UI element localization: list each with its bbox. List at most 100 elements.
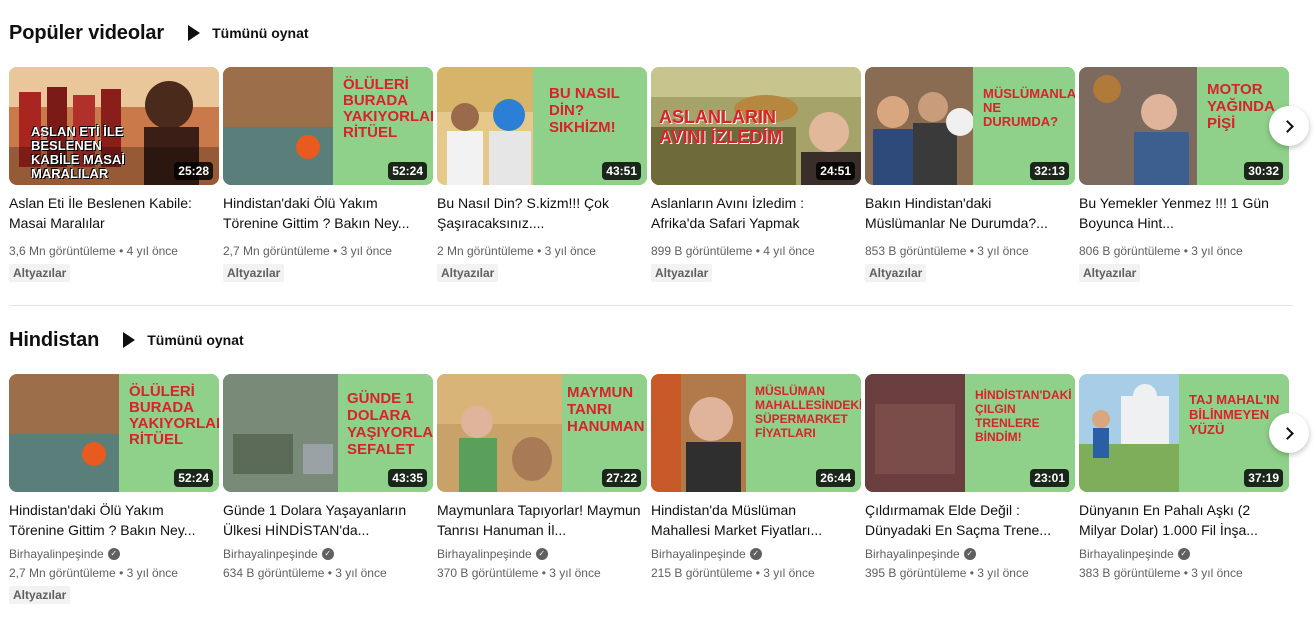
channel-name[interactable]: Birhayalinpeşinde ✓ (651, 546, 861, 562)
upload-age: 4 yıl önce (126, 244, 178, 258)
subtitles-badge: Altyazılar (9, 264, 71, 282)
video-thumbnail[interactable]: GÜNDE 1 DOLARA YAŞIYORLAR SEFALET 43:35 (223, 374, 433, 492)
view-count: 2,7 Mn görüntüleme (223, 244, 330, 258)
upload-age: 4 yıl önce (763, 244, 815, 258)
duration-badge: 30:32 (1244, 162, 1283, 180)
channel-name[interactable]: Birhayalinpeşinde ✓ (223, 546, 433, 562)
view-count: 395 B görüntüleme (865, 566, 967, 580)
video-meta: 395 B görüntüleme • 3 yıl önce (865, 566, 1029, 580)
channel-label: Birhayalinpeşinde (437, 547, 532, 561)
upload-age: 3 yıl önce (1191, 566, 1243, 580)
video-thumbnail[interactable]: HİNDİSTAN'DAKİ ÇILGIN TRENLERE BİNDİM! 2… (865, 374, 1075, 492)
view-count: 806 B görüntüleme (1079, 244, 1181, 258)
video-card[interactable]: ÖLÜLERİ BURADA YAKIYORLAR RİTÜEL 52:24 H… (223, 67, 433, 282)
video-meta: 383 B görüntüleme • 3 yıl önce (1079, 566, 1243, 580)
verified-icon: ✓ (321, 548, 334, 560)
upload-age: 3 yıl önce (335, 566, 387, 580)
video-thumbnail[interactable]: ÖLÜLERİ BURADA YAKIYORLAR RİTÜEL 52:24 (9, 374, 219, 492)
shelf-divider (9, 305, 1293, 306)
video-thumbnail[interactable]: BU NASIL DİN? SIKHİZM! 43:51 (437, 67, 647, 185)
verified-icon: ✓ (963, 548, 976, 560)
subtitles-badge: Altyazılar (651, 264, 713, 282)
chevron-right-icon (1281, 119, 1294, 133)
duration-badge: 25:28 (174, 162, 213, 180)
thumbnail-caption: ÖLÜLERİ BURADA YAKIYORLAR RİTÜEL (343, 76, 433, 141)
video-title[interactable]: Aslan Eti İle Beslenen Kabile: Masai Mar… (9, 193, 219, 233)
subtitles-badge: Altyazılar (437, 264, 499, 282)
channel-name[interactable]: Birhayalinpeşinde ✓ (865, 546, 1075, 562)
thumbnail-caption: GÜNDE 1 DOLARA YAŞIYORLAR SEFALET (347, 390, 433, 458)
video-card[interactable]: TAJ MAHAL'IN BİLİNMEYEN YÜZÜ 37:19 Dünya… (1079, 374, 1289, 582)
play-all-label: Tümünü oynat (212, 25, 309, 41)
video-card[interactable]: MAYMUN TANRI HANUMAN 27:22 Maymunlara Ta… (437, 374, 647, 582)
view-count: 2,7 Mn görüntüleme (9, 566, 116, 580)
upload-age: 3 yıl önce (977, 244, 1029, 258)
channel-name[interactable]: Birhayalinpeşinde ✓ (1079, 546, 1289, 562)
video-meta: 2 Mn görüntüleme • 3 yıl önce (437, 244, 596, 258)
video-thumbnail[interactable]: MAYMUN TANRI HANUMAN 27:22 (437, 374, 647, 492)
video-meta: 370 B görüntüleme • 3 yıl önce (437, 566, 601, 580)
verified-icon: ✓ (1177, 548, 1190, 560)
video-thumbnail[interactable]: ÖLÜLERİ BURADA YAKIYORLAR RİTÜEL 52:24 (223, 67, 433, 185)
play-icon (123, 332, 136, 348)
channel-label: Birhayalinpeşinde (865, 547, 960, 561)
video-title[interactable]: Bakın Hindistan'daki Müslümanlar Ne Duru… (865, 193, 1075, 233)
shelf-popular: Popüler videolar Tümünü oynat ASLAN ETİ … (9, 18, 1309, 282)
shelf-next-button[interactable] (1269, 106, 1309, 146)
duration-badge: 32:13 (1030, 162, 1069, 180)
video-title[interactable]: Dünyanın En Pahalı Aşkı (2 Milyar Dolar)… (1079, 500, 1289, 540)
video-card[interactable]: GÜNDE 1 DOLARA YAŞIYORLAR SEFALET 43:35 … (223, 374, 433, 582)
view-count: 899 B görüntüleme (651, 244, 753, 258)
video-title[interactable]: Maymunlara Tapıyorlar! Maymun Tanrısı Ha… (437, 500, 647, 540)
duration-badge: 37:19 (1244, 469, 1283, 487)
video-thumbnail[interactable]: MOTOR YAĞINDA PİŞİ 30:32 (1079, 67, 1289, 185)
thumbnail-caption: ASLANLARIN AVINI İZLEDİM (659, 107, 783, 147)
channel-label: Birhayalinpeşinde (1079, 547, 1174, 561)
video-title[interactable]: Hindistan'da Müslüman Mahallesi Market F… (651, 500, 861, 540)
video-title[interactable]: Aslanların Avını İzledim : Afrika'da Saf… (651, 193, 861, 233)
video-card[interactable]: MÜSLÜMANLAR NE DURUMDA? 32:13 Bakın Hind… (865, 67, 1075, 282)
play-all-button[interactable]: Tümünü oynat (123, 332, 244, 348)
thumbnail-caption: ASLAN ETİ İLE BESLENEN KABİLE MASAİ MARA… (31, 124, 125, 181)
video-card[interactable]: MOTOR YAĞINDA PİŞİ 30:32 Bu Yemekler Yen… (1079, 67, 1289, 282)
video-title[interactable]: Çıldırmamak Elde Değil : Dünyadaki En Sa… (865, 500, 1075, 540)
subtitles-badge: Altyazılar (1079, 264, 1141, 282)
video-thumbnail[interactable]: MÜSLÜMAN MAHALLESİNDEKİ SÜPERMARKET FİYA… (651, 374, 861, 492)
play-all-button[interactable]: Tümünü oynat (188, 25, 309, 41)
shelf-title: Hindistan (9, 328, 100, 351)
video-card[interactable]: HİNDİSTAN'DAKİ ÇILGIN TRENLERE BİNDİM! 2… (865, 374, 1075, 582)
view-count: 215 B görüntüleme (651, 566, 753, 580)
video-card[interactable]: ÖLÜLERİ BURADA YAKIYORLAR RİTÜEL 52:24 H… (9, 374, 219, 604)
video-meta: 215 B görüntüleme • 3 yıl önce (651, 566, 815, 580)
video-title[interactable]: Hindistan'daki Ölü Yakım Törenine Gittim… (223, 193, 433, 233)
video-card[interactable]: BU NASIL DİN? SIKHİZM! 43:51 Bu Nasıl Di… (437, 67, 647, 282)
channel-name[interactable]: Birhayalinpeşinde ✓ (437, 546, 647, 562)
video-title[interactable]: Günde 1 Dolara Yaşayanların Ülkesi HİNDİ… (223, 500, 433, 540)
view-count: 370 B görüntüleme (437, 566, 539, 580)
shelf-title: Popüler videolar (9, 21, 165, 44)
channel-name[interactable]: Birhayalinpeşinde ✓ (9, 546, 219, 562)
video-thumbnail[interactable]: ASLAN ETİ İLE BESLENEN KABİLE MASAİ MARA… (9, 67, 219, 185)
duration-badge: 24:51 (816, 162, 855, 180)
subtitles-badge: Altyazılar (223, 264, 285, 282)
video-card[interactable]: MÜSLÜMAN MAHALLESİNDEKİ SÜPERMARKET FİYA… (651, 374, 861, 582)
channel-label: Birhayalinpeşinde (223, 547, 318, 561)
play-icon (188, 25, 201, 41)
upload-age: 3 yıl önce (977, 566, 1029, 580)
video-card[interactable]: ASLAN ETİ İLE BESLENEN KABİLE MASAİ MARA… (9, 67, 219, 282)
shelf-header: Popüler videolar Tümünü oynat (9, 18, 1309, 48)
video-title[interactable]: Bu Nasıl Din? S.kizm!!! Çok Şaşıracaksın… (437, 193, 647, 233)
video-thumbnail[interactable]: TAJ MAHAL'IN BİLİNMEYEN YÜZÜ 37:19 (1079, 374, 1289, 492)
video-thumbnail[interactable]: MÜSLÜMANLAR NE DURUMDA? 32:13 (865, 67, 1075, 185)
video-thumbnail[interactable]: ASLANLARIN AVINI İZLEDİM 24:51 (651, 67, 861, 185)
verified-icon: ✓ (535, 548, 548, 560)
upload-age: 3 yıl önce (126, 566, 178, 580)
shelf-next-button[interactable] (1269, 413, 1309, 453)
play-all-label: Tümünü oynat (147, 332, 244, 348)
video-title[interactable]: Hindistan'daki Ölü Yakım Törenine Gittim… (9, 500, 219, 540)
video-meta: 806 B görüntüleme • 3 yıl önce (1079, 244, 1243, 258)
verified-icon: ✓ (107, 548, 120, 560)
video-title[interactable]: Bu Yemekler Yenmez !!! 1 Gün Boyunca Hin… (1079, 193, 1289, 233)
shelf-hindistan: Hindistan Tümünü oynat ÖLÜLERİ BURADA YA… (9, 325, 1309, 604)
video-card[interactable]: ASLANLARIN AVINI İZLEDİM 24:51 Aslanları… (651, 67, 861, 282)
